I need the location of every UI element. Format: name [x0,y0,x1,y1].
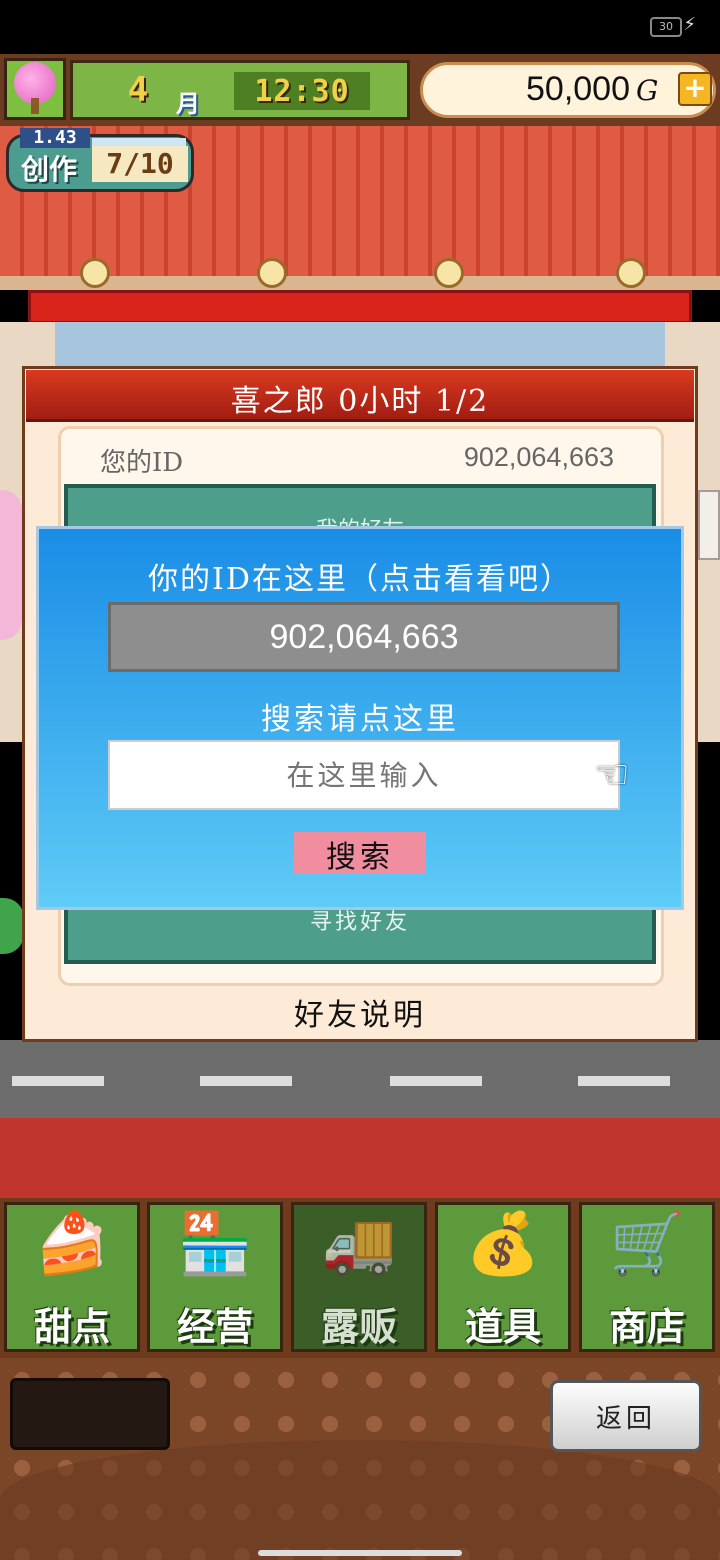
your-id-label: 您的ID [100,448,184,478]
cherry-blossom-tree [0,490,22,640]
shop-icon: 🏪 [177,1209,253,1279]
dev-badge-label: 创作 [20,153,77,186]
nav-items-label: 道具 [464,1305,541,1349]
your-id-value: 902,064,663 [463,442,614,472]
cherry-tree-trunk [31,98,39,114]
friend-id-search-input[interactable] [108,740,620,810]
lamp-icon [616,258,646,288]
month-unit: 月 [176,90,200,118]
pointing-hand-icon: ☜ [594,752,630,798]
lamp-icon [434,258,464,288]
dev-badge-progress: 7/10 [92,146,188,182]
road-marking [200,1076,292,1086]
shop-awning [28,290,692,324]
bush [0,898,24,954]
friend-help-button[interactable]: 好友说明 [26,990,694,1034]
charging-icon: ⚡ [683,14,696,35]
dialog-title: 你的ID在这里（点击看看吧） [148,562,572,597]
nav-store-label: 商店 [608,1305,685,1349]
nav-dessert-label: 甜点 [33,1305,110,1349]
dev-badge-level: 1.43 [20,128,90,148]
road-marking [578,1076,670,1086]
money-amount: 50,000 [526,70,630,108]
nav-manage-label: 经营 [176,1305,253,1349]
home-indicator[interactable] [258,1550,462,1556]
bottom-shade [0,1440,720,1560]
money-unit: G [636,74,659,107]
month-number: 4 [127,70,149,110]
food-truck-icon: 🚚 [321,1209,397,1279]
id-display-value: 902,064,663 [269,618,459,656]
friend-panel-title: 喜之郎 0小时 1/2 [230,384,490,419]
status-bar [0,0,720,54]
search-button[interactable]: 搜索 [294,832,426,875]
search-hint: 搜索请点这里 [261,702,459,737]
add-money-button[interactable]: + [678,72,712,106]
clock-time: 12:30 [254,74,350,109]
cake-icon: 🍰 [34,1209,110,1279]
red-carpet [0,1118,720,1200]
road-marking [390,1076,482,1086]
lamp-icon [257,258,287,288]
road-marking [12,1076,104,1086]
shopping-cart-icon: 🛒 [609,1209,685,1279]
back-button[interactable]: 返回 [550,1380,702,1452]
lamp-icon [80,258,110,288]
battery-icon: 30 [650,17,682,37]
nav-food-stall-label: 露贩 [320,1305,397,1349]
street-sign [698,490,720,560]
empty-slot [10,1378,170,1450]
shop-windows [55,322,665,366]
item-bag-icon: 💰 [465,1209,541,1279]
